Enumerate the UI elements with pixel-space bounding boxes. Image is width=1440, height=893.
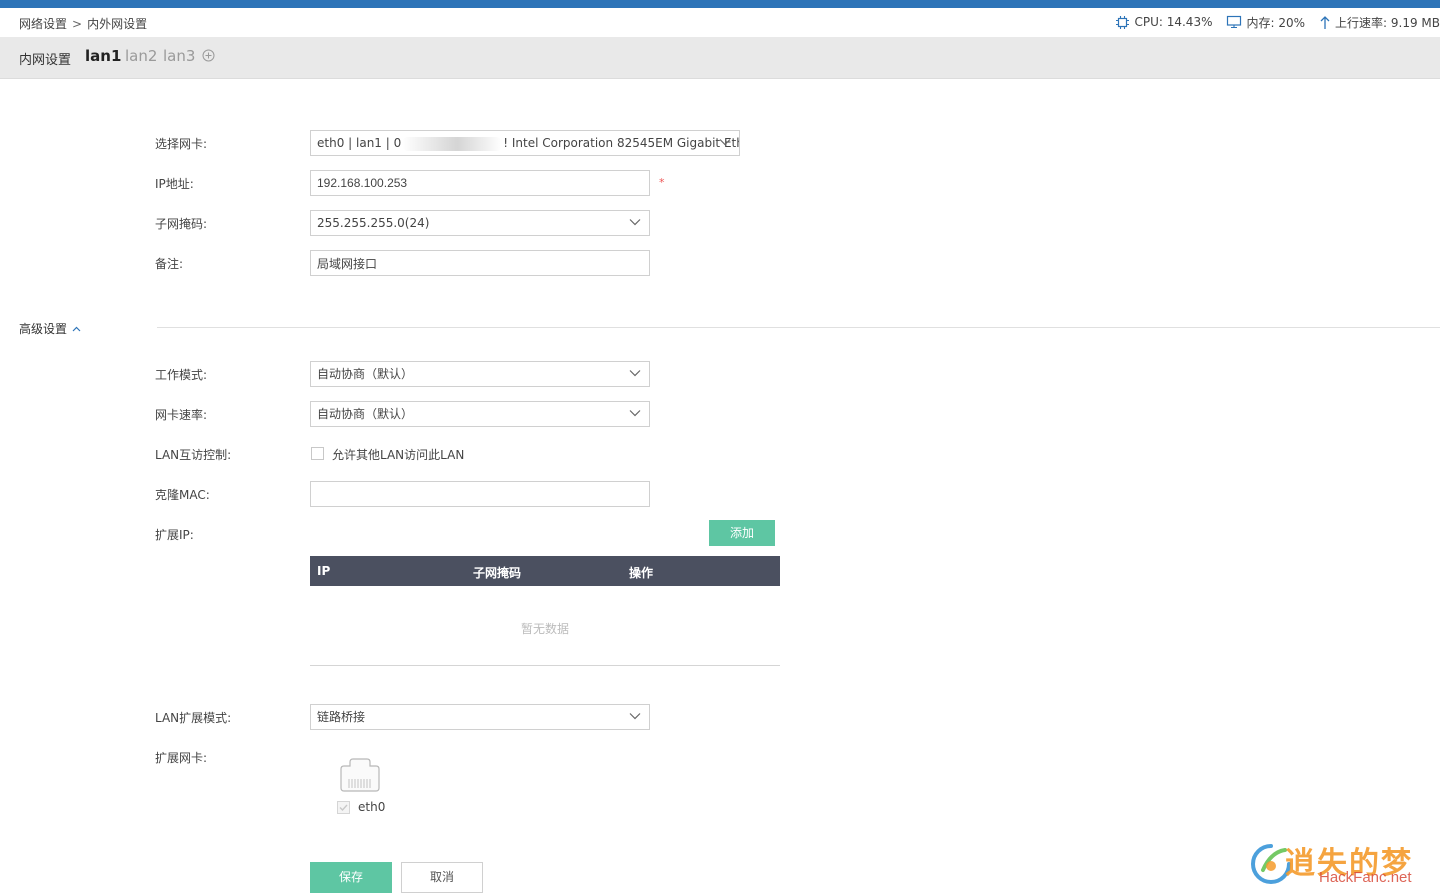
memory-value: 内存: 20% (1246, 15, 1306, 30)
tab-lan1[interactable]: lan1 (85, 47, 121, 65)
breadcrumb-separator: > (72, 17, 83, 31)
memory-stat: 内存: 20% (1226, 14, 1305, 31)
lan-access-label: LAN互访控制: (155, 448, 232, 462)
chevron-down-icon (629, 713, 641, 720)
lan-access-checkbox[interactable] (311, 447, 324, 460)
nic-value-suffix: ! Intel Corporation 82545EM Gigabit Eth (503, 136, 740, 150)
watermark: 逍失的梦 HackFanc.net (1245, 838, 1435, 890)
cpu-icon (1116, 15, 1130, 29)
work-mode-select[interactable]: 自动协商（默认） (310, 361, 650, 387)
column-header-subnet: 子网掩码 (473, 566, 522, 580)
top-accent-bar (0, 0, 1440, 8)
cancel-button[interactable]: 取消 (401, 862, 483, 893)
lan-ext-mode-select[interactable]: 链路桥接 (310, 704, 650, 730)
breadcrumb-current: 内外网设置 (87, 17, 148, 31)
remark-label: 备注: (155, 257, 184, 271)
tabbar-title: 内网设置 (19, 53, 72, 68)
clone-mac-input[interactable] (310, 481, 650, 507)
cpu-value: CPU: 14.43% (1134, 15, 1213, 29)
chevron-down-icon (719, 139, 731, 146)
cpu-stat: CPU: 14.43% (1115, 15, 1212, 30)
checkmark-icon (339, 804, 348, 812)
save-button[interactable]: 保存 (310, 862, 392, 893)
nic-speed-label: 网卡速率: (155, 408, 208, 422)
required-mark: * (659, 176, 665, 189)
upload-stat: 上行速率: 9.19 MB (1319, 14, 1440, 31)
advanced-settings-title: 高级设置 (19, 322, 68, 336)
remark-input[interactable] (310, 250, 650, 276)
chevron-down-icon (629, 370, 641, 377)
lan-tabbar: 内网设置 lan1 lan2 lan3 (0, 37, 1440, 79)
chevron-down-icon (629, 219, 641, 226)
ext-nic-label: 扩展网卡: (155, 751, 208, 765)
ip-label: IP地址: (155, 177, 194, 191)
breadcrumb-parent[interactable]: 网络设置 (19, 17, 67, 31)
section-divider (157, 327, 1440, 328)
clone-mac-label: 克隆MAC: (155, 488, 210, 502)
lan-ext-mode-label: LAN扩展模式: (155, 711, 232, 725)
ext-nic-checkbox[interactable] (337, 801, 350, 814)
system-stats: CPU: 14.43% 内存: 20% 上行速率: 9.19 MB (1101, 14, 1440, 30)
nic-value-prefix: eth0 | lan1 | 0 (317, 136, 402, 150)
nic-speed-select[interactable]: 自动协商（默认） (310, 401, 650, 427)
tab-lan2[interactable]: lan2 (125, 47, 157, 65)
work-mode-label: 工作模式: (155, 368, 208, 382)
ext-ip-label: 扩展IP: (155, 528, 194, 542)
arrow-up-icon (1320, 15, 1330, 29)
work-mode-value: 自动协商（默认） (317, 367, 414, 381)
watermark-en-text: HackFanc.net (1319, 869, 1412, 886)
column-header-ip: IP (317, 564, 331, 578)
subnet-label: 子网掩码: (155, 217, 208, 231)
add-tab-icon[interactable] (202, 49, 215, 62)
subnet-select[interactable]: 255.255.255.0(24) (310, 210, 650, 236)
redacted-mac-mask (402, 136, 503, 151)
memory-icon (1227, 15, 1242, 29)
chevron-down-icon (629, 410, 641, 417)
ext-ip-table-header: IP 子网掩码 操作 (310, 556, 780, 586)
ethernet-port-icon[interactable] (338, 757, 382, 793)
upload-value: 上行速率: 9.19 MB (1335, 15, 1440, 30)
breadcrumb: 网络设置 > 内外网设置 (19, 15, 147, 32)
subnet-value: 255.255.255.0(24) (317, 216, 430, 230)
add-ext-ip-button[interactable]: 添加 (709, 520, 775, 546)
header: 网络设置 > 内外网设置 CPU: 14.43% 内存: 20% 上行速率: 9.1… (0, 8, 1440, 37)
ext-nic-name: eth0 (358, 800, 386, 814)
nic-label: 选择网卡: (155, 137, 208, 151)
advanced-settings-toggle[interactable]: 高级设置 (19, 320, 81, 337)
empty-table-text: 暂无数据 (520, 622, 569, 636)
column-header-action: 操作 (629, 566, 654, 580)
lan-access-checkbox-label[interactable]: 允许其他LAN访问此LAN (332, 446, 464, 463)
tab-lan3[interactable]: lan3 (163, 47, 195, 65)
ext-ip-table-body: 暂无数据 (310, 586, 780, 666)
lan-ext-mode-value: 链路桥接 (317, 710, 366, 724)
nic-select[interactable]: eth0 | lan1 | 0 ! Intel Corporation 82545… (310, 130, 740, 156)
ip-input[interactable] (310, 170, 650, 196)
nic-speed-value: 自动协商（默认） (317, 407, 414, 421)
chevron-up-icon (72, 326, 81, 331)
